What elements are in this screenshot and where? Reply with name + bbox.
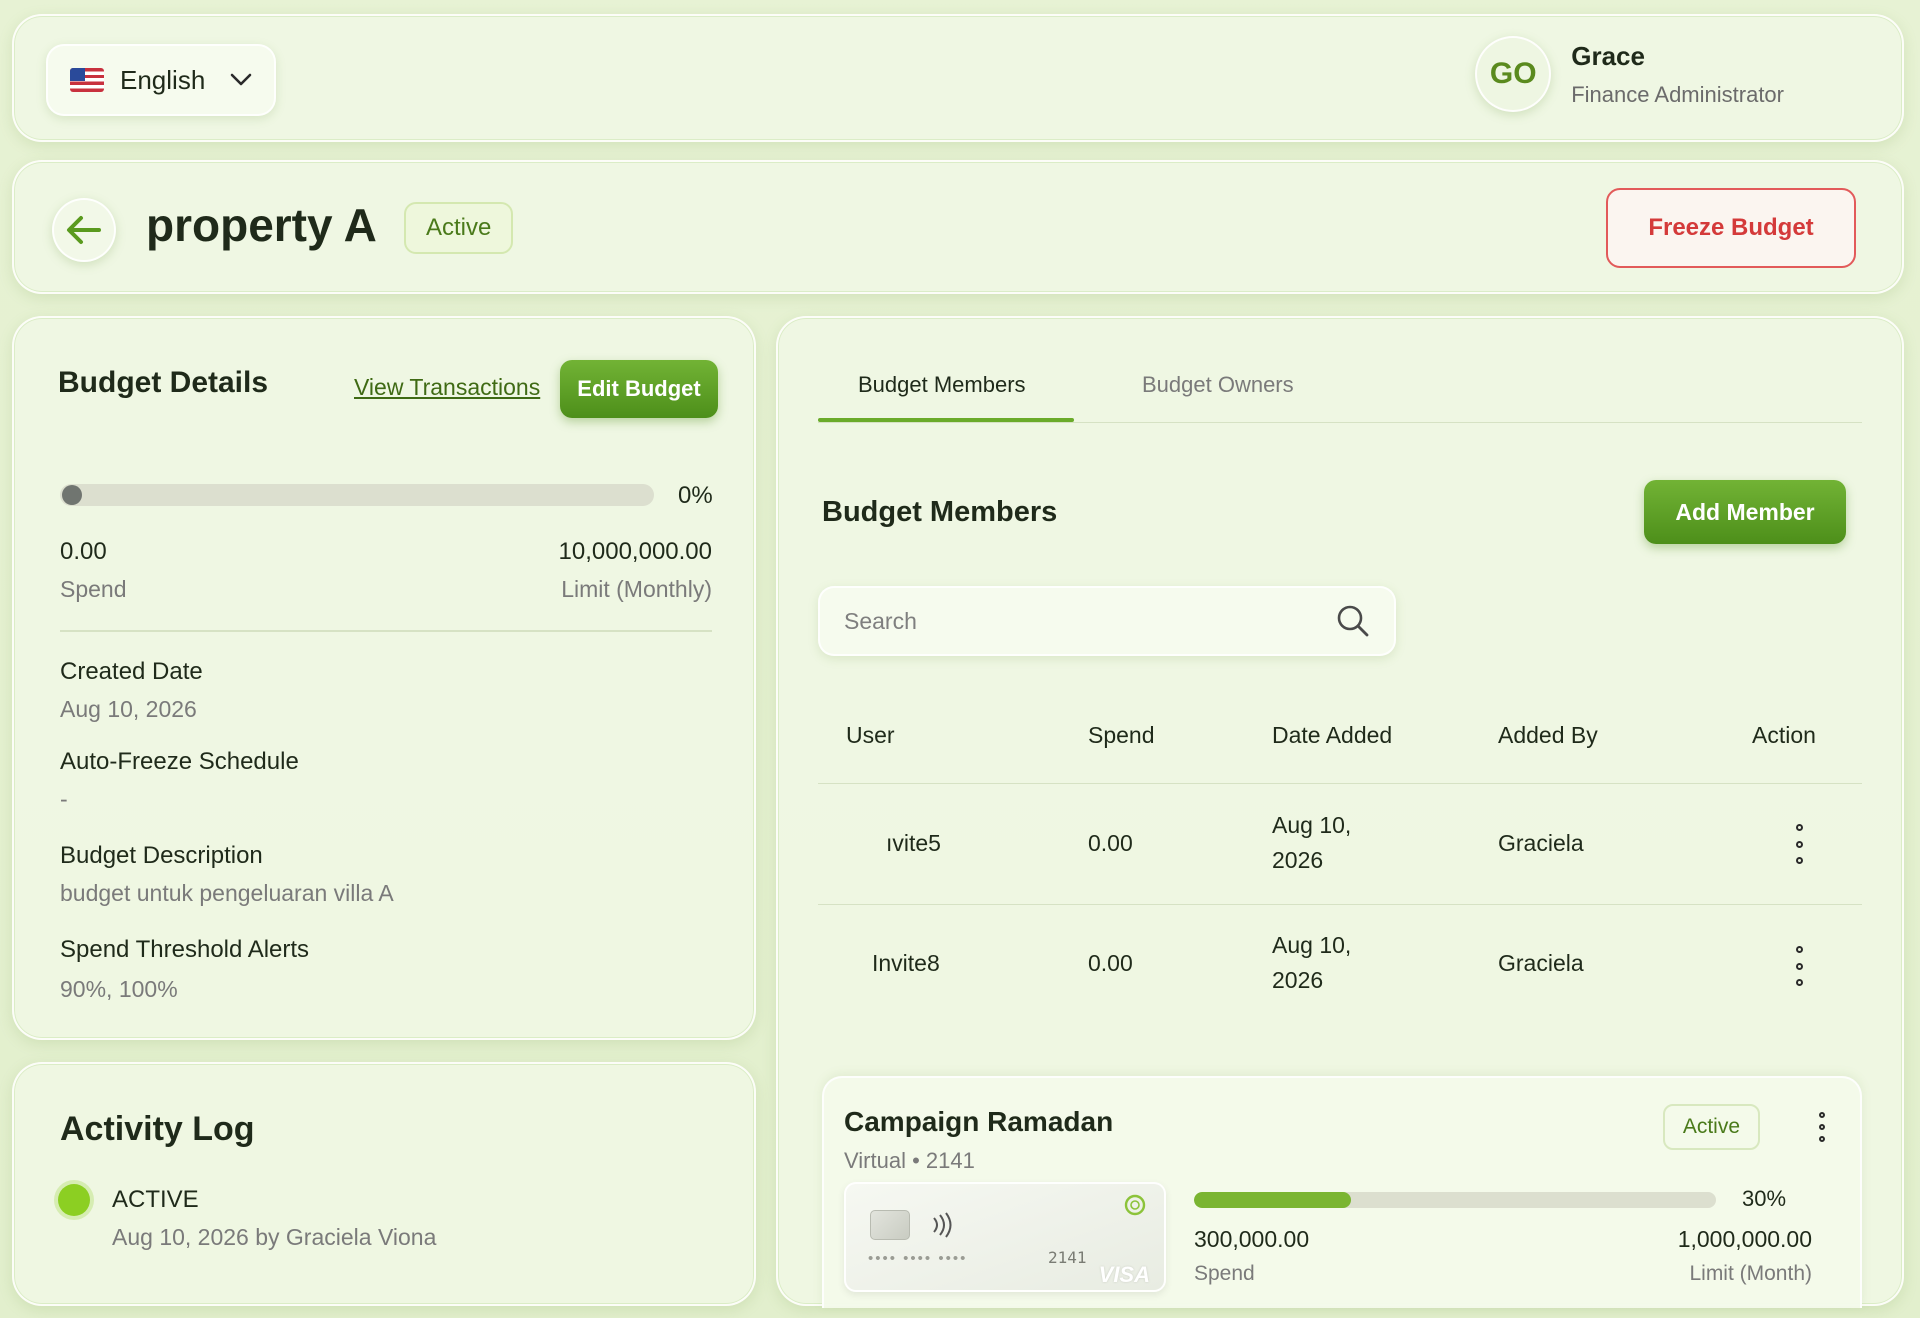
card-action-menu-icon[interactable] xyxy=(1807,1112,1837,1142)
auto-freeze-label: Auto-Freeze Schedule xyxy=(60,748,299,775)
budget-details-panel: Budget Details View Transactions Edit Bu… xyxy=(12,316,756,1040)
separator-dot: • xyxy=(912,1148,926,1173)
add-member-button[interactable]: Add Member xyxy=(1644,480,1846,544)
card-last4: 2141 xyxy=(925,1148,975,1173)
budget-progress-label: 0% xyxy=(678,482,713,509)
user-profile[interactable]: GO Grace Finance Administrator xyxy=(1475,36,1784,112)
budget-progress-bar xyxy=(60,484,654,506)
user-role: Finance Administrator xyxy=(1571,81,1784,107)
card-progress-fill xyxy=(1194,1192,1351,1208)
column-header-action: Action xyxy=(1752,722,1816,748)
contactless-icon xyxy=(933,1212,952,1238)
description-label: Budget Description xyxy=(60,842,263,869)
tab-budget-members[interactable]: Budget Members xyxy=(858,372,1026,398)
row-user: Invite8 xyxy=(872,950,940,976)
user-name: Grace xyxy=(1571,40,1645,71)
card-limit-value: 1,000,000.00 xyxy=(1677,1226,1812,1252)
activity-log-title: Activity Log xyxy=(60,1110,255,1148)
row-date-line1: Aug 10, xyxy=(1272,812,1352,838)
spend-value: 0.00 xyxy=(60,538,107,565)
status-badge: Active xyxy=(404,202,514,254)
edit-budget-button[interactable]: Edit Budget xyxy=(560,360,718,418)
created-date-value: Aug 10, 2026 xyxy=(60,696,197,722)
card-limit-label: Limit (Month) xyxy=(1689,1262,1812,1285)
active-tab-indicator xyxy=(818,418,1074,422)
budget-details-title: Budget Details xyxy=(58,366,269,399)
page-header: property A Active Freeze Budget xyxy=(12,160,1904,294)
row-user: ıvite5 xyxy=(886,830,941,856)
search-field[interactable] xyxy=(818,586,1396,656)
members-section-title: Budget Members xyxy=(822,496,1058,528)
limit-value: 10,000,000.00 xyxy=(558,538,712,565)
card-name: Campaign Ramadan xyxy=(844,1106,1114,1137)
card-visual: •••• •••• •••• 2141 VISA xyxy=(844,1182,1166,1292)
activity-meta: Aug 10, 2026 by Graciela Viona xyxy=(112,1224,437,1250)
language-label: English xyxy=(120,64,206,95)
column-header-added-by: Added By xyxy=(1498,722,1598,748)
row-spend: 0.00 xyxy=(1088,950,1133,976)
created-date-label: Created Date xyxy=(60,658,203,685)
search-input[interactable] xyxy=(844,607,1336,635)
card-number-last4: 2141 xyxy=(1048,1248,1087,1267)
search-icon[interactable] xyxy=(1336,604,1370,638)
divider xyxy=(60,630,712,632)
card-masked-number: •••• •••• •••• xyxy=(868,1250,968,1267)
progress-knob xyxy=(62,485,82,505)
page-title: property A xyxy=(146,199,377,251)
row-action-menu-icon[interactable] xyxy=(1784,946,1814,986)
threshold-label: Spend Threshold Alerts xyxy=(60,936,310,963)
tab-budget-owners[interactable]: Budget Owners xyxy=(1142,372,1294,398)
row-added-by: Graciela xyxy=(1498,950,1584,976)
card-spend-label: Spend xyxy=(1194,1262,1255,1285)
arrow-left-icon xyxy=(67,216,101,244)
card-item[interactable]: Campaign Ramadan Virtual • 2141 Active •… xyxy=(822,1076,1862,1308)
language-select[interactable]: English xyxy=(46,44,276,116)
budget-members-panel: Budget Members Budget Owners Budget Memb… xyxy=(776,316,1904,1308)
auto-freeze-value: - xyxy=(60,786,68,812)
column-header-user: User xyxy=(846,722,895,748)
limit-label: Limit (Monthly) xyxy=(561,576,712,602)
tabs-divider xyxy=(818,422,1862,423)
card-type: Virtual xyxy=(844,1148,906,1173)
threshold-value: 90%, 100% xyxy=(60,976,178,1002)
card-progress-label: 30% xyxy=(1742,1186,1787,1211)
activity-status: ACTIVE xyxy=(112,1186,199,1213)
card-spend-value: 300,000.00 xyxy=(1194,1226,1310,1252)
row-date-line2: 2026 xyxy=(1272,847,1324,873)
card-status-badge: Active xyxy=(1662,1104,1760,1150)
row-action-menu-icon[interactable] xyxy=(1784,824,1814,864)
back-button[interactable] xyxy=(52,198,116,262)
row-date-line2: 2026 xyxy=(1272,967,1324,993)
avatar: GO xyxy=(1475,36,1552,112)
freeze-budget-button[interactable]: Freeze Budget xyxy=(1606,188,1856,268)
card-indicator-icon xyxy=(1124,1194,1146,1216)
row-date-line1: Aug 10, xyxy=(1272,932,1352,958)
chevron-down-icon xyxy=(230,69,252,91)
table-header-divider xyxy=(818,783,1862,784)
row-spend: 0.00 xyxy=(1088,830,1133,856)
spend-label: Spend xyxy=(60,576,127,602)
us-flag-icon xyxy=(70,68,104,92)
visa-logo: VISA xyxy=(1098,1262,1150,1287)
card-subtitle: Virtual • 2141 xyxy=(844,1148,975,1174)
column-header-spend: Spend xyxy=(1088,722,1155,748)
card-chip-icon xyxy=(870,1210,910,1240)
column-header-date-added: Date Added xyxy=(1272,722,1393,748)
view-transactions-link[interactable]: View Transactions xyxy=(354,374,540,401)
description-value: budget untuk pengeluaran villa A xyxy=(60,880,394,906)
row-added-by: Graciela xyxy=(1498,830,1584,856)
activity-log-panel: Activity Log ACTIVE Aug 10, 2026 by Grac… xyxy=(12,1062,756,1306)
status-dot-icon xyxy=(58,1184,90,1216)
card-progress-bar xyxy=(1194,1192,1716,1208)
top-bar: English GO Grace Finance Administrator xyxy=(12,14,1904,142)
row-divider xyxy=(818,904,1862,905)
